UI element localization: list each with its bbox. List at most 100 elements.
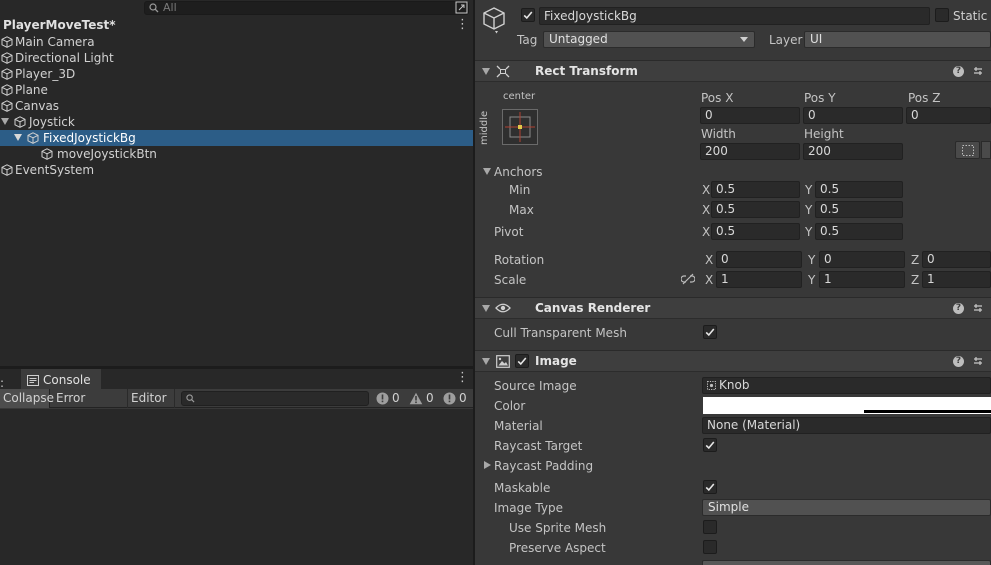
hierarchy-search-input[interactable]: All <box>144 1 469 15</box>
preset-settings-icon[interactable] <box>972 65 984 77</box>
cull-transparent-checkbox[interactable] <box>703 325 717 339</box>
height-field[interactable]: 200 <box>803 143 903 160</box>
help-icon[interactable]: ? <box>953 303 964 314</box>
warning-icon[interactable] <box>409 392 423 405</box>
collapse-button[interactable]: Collapse <box>0 389 54 408</box>
static-checkbox[interactable] <box>935 8 949 22</box>
blueprint-button[interactable] <box>981 141 991 159</box>
raycast-target-checkbox[interactable] <box>703 438 717 452</box>
hierarchy-item-joystick[interactable]: Joystick <box>0 114 473 130</box>
error-icon[interactable] <box>443 392 456 405</box>
set-native-size-button[interactable] <box>702 560 991 565</box>
pos-z-field[interactable]: 0 <box>906 107 991 124</box>
anchor-min-y-field[interactable]: 0.5 <box>815 181 903 198</box>
rotation-x-field[interactable]: 0 <box>716 251 802 268</box>
hierarchy-scene-row[interactable]: PlayerMoveTest* <box>0 17 473 33</box>
hierarchy-search-placeholder: All <box>163 1 177 14</box>
axis-x-label: X <box>705 273 714 287</box>
rect-transform-icon <box>496 65 510 78</box>
hierarchy-item-player-3d[interactable]: Player_3D <box>0 66 473 82</box>
rotation-z-field[interactable]: 0 <box>922 251 991 268</box>
source-image-field[interactable]: Knob <box>702 377 991 394</box>
log-info-icon[interactable] <box>376 392 389 405</box>
tab-overflow-icon[interactable]: : <box>0 376 4 390</box>
pivot-x-field[interactable]: 0.5 <box>711 223 800 240</box>
gameobject-cube-icon <box>1 164 13 176</box>
hierarchy-menu-icon[interactable]: ⋮ <box>456 17 469 33</box>
image-type-value: Simple <box>708 500 749 514</box>
width-field[interactable]: 200 <box>700 143 800 160</box>
expand-arrow-icon[interactable] <box>1 118 9 125</box>
tag-dropdown[interactable]: Untagged <box>543 31 755 48</box>
raw-edit-button[interactable] <box>955 141 980 159</box>
hierarchy-item-eventsystem[interactable]: EventSystem <box>0 162 473 178</box>
image-type-dropdown[interactable]: Simple <box>702 499 991 516</box>
anchor-max-y-field[interactable]: 0.5 <box>815 201 903 218</box>
layer-dropdown[interactable]: UI <box>804 31 991 48</box>
anchors-fold-icon[interactable] <box>483 168 491 175</box>
hierarchy-item-plane[interactable]: Plane <box>0 82 473 98</box>
hierarchy-item-fixedjoystickbg[interactable]: FixedJoystickBg <box>0 130 473 146</box>
axis-y-label: Y <box>808 253 816 267</box>
canvas-renderer-title: Canvas Renderer <box>535 301 651 315</box>
console-search-input[interactable] <box>181 391 369 406</box>
width-label: Width <box>701 127 736 141</box>
help-icon[interactable]: ? <box>953 356 964 367</box>
console-log-area[interactable] <box>0 409 473 565</box>
collapse-arrow-icon[interactable] <box>482 68 490 75</box>
scale-x-field[interactable]: 1 <box>716 271 802 288</box>
pos-y-label: Pos Y <box>804 91 836 105</box>
active-checkbox[interactable] <box>521 8 535 22</box>
editor-dropdown[interactable]: Editor <box>127 389 175 420</box>
height-label: Height <box>804 127 844 141</box>
expand-arrow-icon[interactable] <box>14 134 22 141</box>
preset-settings-icon[interactable] <box>972 302 984 314</box>
preserve-aspect-label: Preserve Aspect <box>509 541 606 555</box>
object-name-field[interactable]: FixedJoystickBg <box>539 7 930 25</box>
rotation-y-field[interactable]: 0 <box>819 251 905 268</box>
hierarchy-item-main-camera[interactable]: Main Camera <box>0 34 473 50</box>
console-menu-icon[interactable]: ⋮ <box>456 370 469 385</box>
axis-x-label: X <box>702 183 711 197</box>
open-window-icon[interactable] <box>455 1 468 14</box>
collapse-arrow-icon[interactable] <box>482 305 490 312</box>
chevron-down-icon <box>740 37 748 42</box>
hierarchy-item-canvas[interactable]: Canvas <box>0 98 473 114</box>
scale-z-field[interactable]: 1 <box>922 271 991 288</box>
search-icon <box>149 3 159 13</box>
use-sprite-mesh-checkbox[interactable] <box>703 520 717 534</box>
pivot-y-field[interactable]: 0.5 <box>815 223 903 240</box>
log-count: 0 <box>392 391 400 405</box>
maskable-checkbox[interactable] <box>703 480 717 494</box>
anchor-preset-button[interactable] <box>502 109 538 145</box>
material-field[interactable]: None (Material) <box>702 417 991 434</box>
anchors-label: Anchors <box>494 165 543 179</box>
alpha-bar <box>864 410 991 413</box>
link-off-icon[interactable] <box>681 273 695 285</box>
preset-settings-icon[interactable] <box>972 355 984 367</box>
anchor-max-x-field[interactable]: 0.5 <box>711 201 800 218</box>
pos-y-field[interactable]: 0 <box>803 107 903 124</box>
anchor-min-x-field[interactable]: 0.5 <box>711 181 800 198</box>
color-label: Color <box>494 399 526 413</box>
preserve-aspect-checkbox[interactable] <box>703 540 717 554</box>
axis-x-label: X <box>702 225 711 239</box>
error-pause-button[interactable]: Error Pause <box>53 389 125 424</box>
collapse-arrow-icon[interactable] <box>482 358 490 365</box>
pos-x-field[interactable]: 0 <box>700 107 800 124</box>
tab-console[interactable]: Console <box>21 369 101 389</box>
gameobject-cube-icon <box>1 52 13 64</box>
image-enabled-checkbox[interactable] <box>515 354 529 368</box>
hierarchy-item-directional-light[interactable]: Directional Light <box>0 50 473 66</box>
help-icon[interactable]: ? <box>953 66 964 77</box>
color-swatch[interactable] <box>703 397 991 414</box>
axis-x-label: X <box>705 253 714 267</box>
hierarchy-item-label: Directional Light <box>15 51 114 65</box>
hierarchy-item-label: moveJoystickBtn <box>57 147 157 161</box>
expand-arrow-icon[interactable] <box>484 461 491 469</box>
use-sprite-mesh-label: Use Sprite Mesh <box>509 521 607 535</box>
scale-y-field[interactable]: 1 <box>819 271 905 288</box>
hierarchy-item-movejoystickbtn[interactable]: moveJoystickBtn <box>0 146 473 162</box>
axis-z-label: Z <box>911 253 920 267</box>
axis-x-label: X <box>702 203 711 217</box>
